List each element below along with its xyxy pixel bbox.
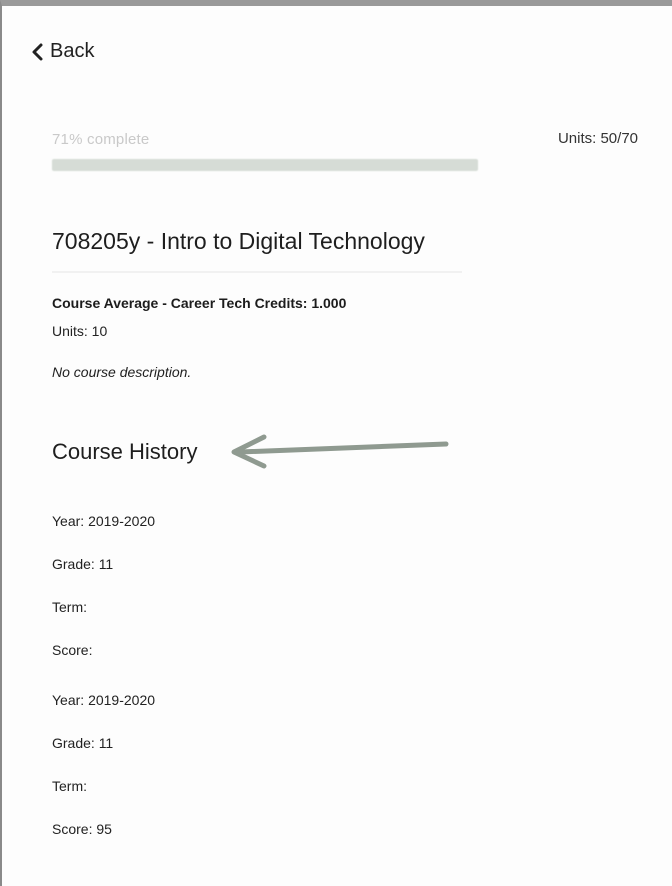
- history-score: Score: 95: [52, 821, 112, 837]
- course-history-heading: Course History: [52, 439, 198, 464]
- progress-label: 71% complete: [52, 131, 150, 148]
- chevron-left-icon: [32, 43, 43, 60]
- history-year: Year: 2019-2020: [52, 692, 156, 708]
- back-button[interactable]: Back: [30, 40, 94, 63]
- history-score: Score:: [52, 642, 93, 658]
- course-detail-page: Back 71% complete Units: 50/70 708205y -…: [0, 0, 672, 886]
- units-total: Units: 50/70: [557, 130, 638, 147]
- course-average: Course Average - Career Tech Credits: 1.…: [52, 295, 347, 311]
- arrow-left-icon: [231, 434, 449, 469]
- back-label: Back: [50, 40, 95, 62]
- course-title: 708205y - Intro to Digital Technology: [52, 228, 425, 254]
- history-grade: Grade: 11: [52, 556, 114, 572]
- history-term: Term:: [52, 599, 87, 615]
- progress-bar: [52, 159, 652, 171]
- course-description: No course description.: [52, 364, 192, 380]
- history-term: Term:: [52, 778, 87, 794]
- history-year: Year: 2019-2020: [52, 513, 156, 529]
- history-grade: Grade: 11: [52, 735, 114, 751]
- divider: [52, 271, 462, 273]
- progress-fill: [52, 159, 478, 171]
- course-units: Units: 10: [52, 323, 108, 339]
